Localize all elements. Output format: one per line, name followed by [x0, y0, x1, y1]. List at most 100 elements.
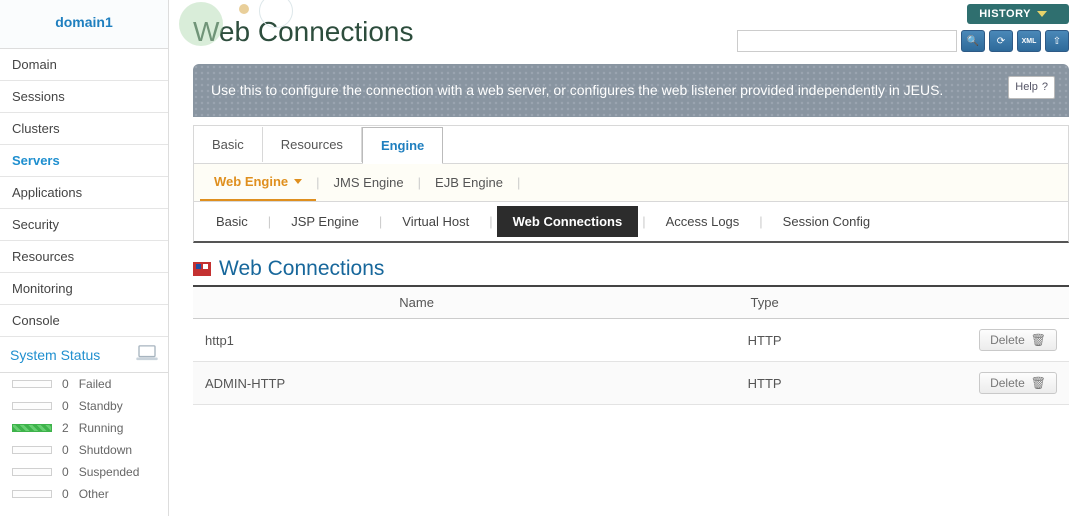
status-row-failed: 0 Failed: [0, 373, 168, 395]
status-count: 2: [62, 421, 69, 435]
separator-icon: |: [517, 175, 520, 190]
webengine-tabs: Basic|JSP Engine|Virtual Host|Web Connec…: [193, 202, 1069, 243]
status-count: 0: [62, 399, 69, 413]
sidebar-item-console[interactable]: Console: [0, 305, 168, 337]
history-button[interactable]: HISTORY: [967, 4, 1069, 24]
separator-icon: |: [264, 214, 275, 229]
status-row-other: 0 Other: [0, 483, 168, 505]
sidebar-item-security[interactable]: Security: [0, 209, 168, 241]
sidebar-item-clusters[interactable]: Clusters: [0, 113, 168, 145]
status-label: Other: [79, 487, 109, 501]
refresh-button[interactable]: ⟳: [989, 30, 1013, 52]
tab-engine[interactable]: Engine: [362, 127, 443, 164]
engine-tab-ejb-engine[interactable]: EJB Engine: [421, 165, 517, 200]
status-bar-icon: [12, 402, 52, 410]
status-bar-icon: [12, 490, 52, 498]
sidebar-item-servers[interactable]: Servers: [0, 145, 168, 177]
sidebar-item-applications[interactable]: Applications: [0, 177, 168, 209]
delete-button[interactable]: Delete 🗑: [979, 372, 1057, 394]
webengine-tab-virtual-host[interactable]: Virtual Host: [386, 206, 485, 237]
search-button[interactable]: 🔍: [961, 30, 985, 52]
table-row[interactable]: ADMIN-HTTPHTTP Delete 🗑: [193, 362, 1069, 405]
separator-icon: |: [755, 214, 766, 229]
delete-label: Delete: [990, 376, 1025, 390]
delete-label: Delete: [990, 333, 1025, 347]
status-count: 0: [62, 443, 69, 457]
delete-button[interactable]: Delete 🗑: [979, 329, 1057, 351]
trash-icon: 🗑: [1031, 333, 1046, 347]
sidebar-item-resources[interactable]: Resources: [0, 241, 168, 273]
info-banner-text: Use this to configure the connection wit…: [211, 82, 943, 98]
domain-title[interactable]: domain1: [0, 0, 168, 49]
info-banner: Use this to configure the connection wit…: [193, 64, 1069, 117]
help-button[interactable]: Help ?: [1008, 76, 1055, 99]
section-flag-icon: [193, 262, 211, 276]
separator-icon: |: [485, 214, 496, 229]
xml-icon: XML: [1022, 38, 1037, 45]
connections-table: NameType http1HTTP Delete 🗑 ADMIN-HTTPHTTP D…: [193, 285, 1069, 405]
status-row-suspended: 0 Suspended: [0, 461, 168, 483]
status-bar-icon: [12, 468, 52, 476]
table-row[interactable]: http1HTTP Delete 🗑: [193, 319, 1069, 362]
webengine-tab-access-logs[interactable]: Access Logs: [650, 206, 756, 237]
status-bar-icon: [12, 380, 52, 388]
system-status-header[interactable]: System Status: [0, 337, 168, 373]
cell-name: http1: [193, 319, 640, 362]
status-label: Failed: [79, 377, 112, 391]
caret-down-icon: [294, 179, 302, 184]
tab-resources[interactable]: Resources: [263, 127, 362, 162]
engine-tabs: Web Engine|JMS Engine|EJB Engine|: [193, 163, 1069, 202]
export-xml-button[interactable]: XML: [1017, 30, 1041, 52]
status-row-running: 2Running: [0, 417, 168, 439]
status-bar-icon: [12, 446, 52, 454]
status-bar-icon: [12, 424, 52, 432]
status-label: Suspended: [79, 465, 140, 479]
status-count: 0: [62, 377, 69, 391]
search-icon: 🔍: [967, 36, 979, 47]
search-input[interactable]: [737, 30, 957, 52]
section-title: Web Connections: [219, 257, 384, 281]
status-count: 0: [62, 465, 69, 479]
history-label: HISTORY: [979, 8, 1031, 20]
column-header-name: Name: [193, 286, 640, 319]
sidebar-item-domain[interactable]: Domain: [0, 49, 168, 81]
separator-icon: |: [375, 214, 386, 229]
separator-icon: |: [638, 214, 649, 229]
main-content: HISTORY 🔍 ⟳ XML ⇧ Web Connections Use th…: [169, 0, 1081, 516]
webengine-tab-jsp-engine[interactable]: JSP Engine: [275, 206, 375, 237]
help-icon: ?: [1042, 79, 1048, 96]
trash-icon: 🗑: [1031, 376, 1046, 390]
refresh-icon: ⟳: [997, 36, 1005, 47]
primary-tabs: BasicResourcesEngine: [193, 125, 1069, 163]
sidebar-item-sessions[interactable]: Sessions: [0, 81, 168, 113]
toolbar: 🔍 ⟳ XML ⇧: [737, 30, 1069, 52]
upload-button[interactable]: ⇧: [1045, 30, 1069, 52]
webengine-tab-session-config[interactable]: Session Config: [767, 206, 886, 237]
cell-actions: Delete 🗑: [889, 319, 1069, 362]
tab-basic[interactable]: Basic: [194, 127, 263, 162]
status-row-shutdown: 0 Shutdown: [0, 439, 168, 461]
system-status-list: 0 Failed 0 Standby 2Running 0 Shutdown 0 Suspend…: [0, 373, 168, 505]
column-header-type: Type: [640, 286, 889, 319]
cell-type: HTTP: [640, 319, 889, 362]
engine-tab-web-engine[interactable]: Web Engine: [200, 164, 316, 201]
nav-list: DomainSessionsClustersServersApplication…: [0, 49, 168, 337]
sidebar: domain1 DomainSessionsClustersServersApp…: [0, 0, 169, 516]
column-header-actions: [889, 286, 1069, 319]
status-count: 0: [62, 487, 69, 501]
cell-actions: Delete 🗑: [889, 362, 1069, 405]
webengine-tab-basic[interactable]: Basic: [200, 206, 264, 237]
laptop-icon: [136, 345, 158, 364]
status-row-standby: 0 Standby: [0, 395, 168, 417]
status-label: Standby: [79, 399, 123, 413]
cell-name: ADMIN-HTTP: [193, 362, 640, 405]
sidebar-item-monitoring[interactable]: Monitoring: [0, 273, 168, 305]
engine-tab-jms-engine[interactable]: JMS Engine: [320, 165, 418, 200]
upload-icon: ⇧: [1053, 36, 1061, 47]
help-label: Help: [1015, 79, 1038, 96]
webengine-tab-web-connections[interactable]: Web Connections: [497, 206, 639, 237]
chevron-down-icon: [1037, 11, 1047, 17]
cell-type: HTTP: [640, 362, 889, 405]
status-label: Shutdown: [79, 443, 132, 457]
system-status-title: System Status: [10, 347, 100, 363]
